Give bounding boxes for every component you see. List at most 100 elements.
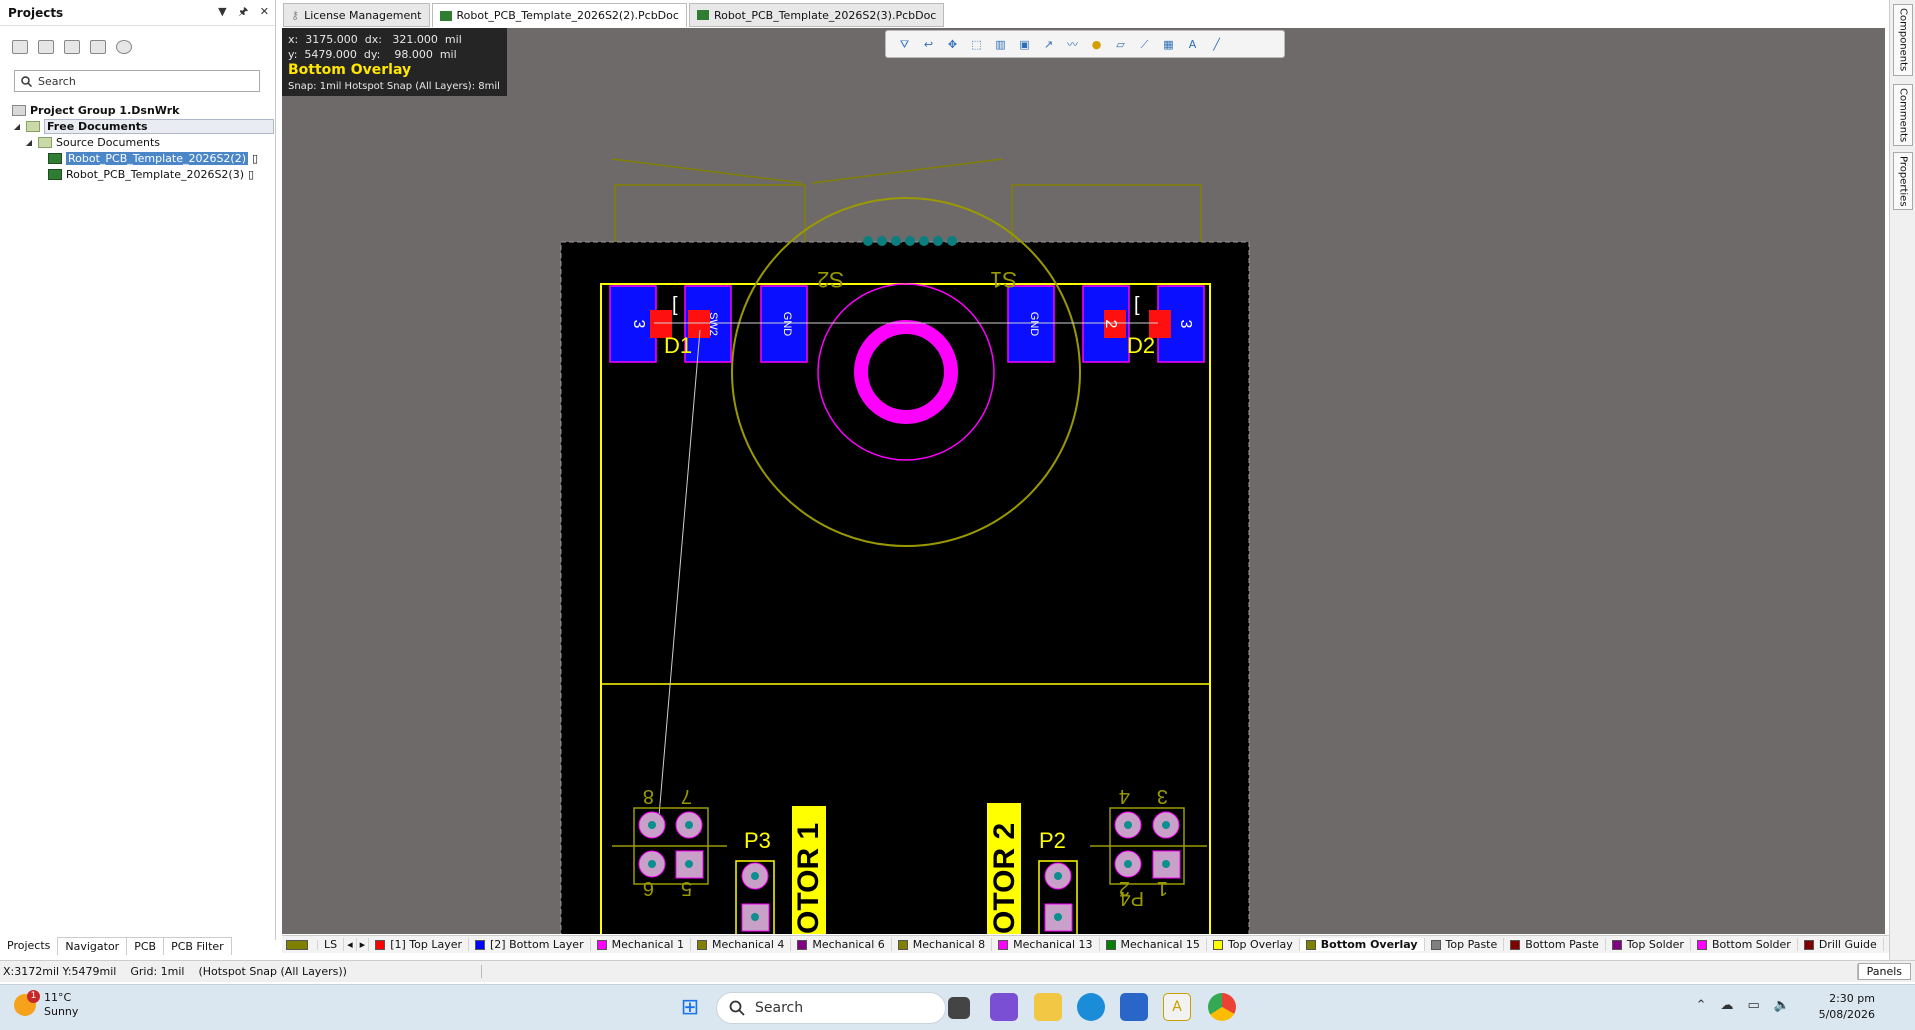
pcb-doc-icon xyxy=(696,10,709,20)
comments-panel-tab[interactable]: Comments xyxy=(1893,84,1913,146)
layer-tabs-bar: LS ◂ ▸ [1] Top Layer [2] Bottom Layer Mech… xyxy=(282,935,1889,953)
layer-color-swatch xyxy=(596,939,607,950)
layer-tab[interactable]: Drill Guide xyxy=(1798,938,1884,951)
scroll-right-arrow-icon[interactable]: ▸ xyxy=(357,938,370,951)
edge-browser-icon[interactable] xyxy=(1077,993,1105,1021)
diff-pair-icon[interactable]: 〰 xyxy=(1064,36,1081,53)
store-icon[interactable] xyxy=(1120,993,1148,1021)
panels-button[interactable]: Panels xyxy=(1857,963,1911,980)
layer-tab-list: [1] Top Layer [2] Bottom Layer Mechanical … xyxy=(369,938,1889,951)
layer-color-swatch xyxy=(998,939,1009,950)
interactive-route-icon[interactable]: ↗ xyxy=(1040,36,1057,53)
current-layer-color-swatch[interactable] xyxy=(282,939,318,950)
document-tabs: ⚷ License Management Robot_PCB_Template_… xyxy=(283,3,945,27)
dimension-icon[interactable]: ⟋ xyxy=(1136,36,1153,53)
pcb-drawing[interactable]: 3 SW2 GND GND 2 3 D1 D2 S2 S1 [ [P3 P2 … xyxy=(282,28,1885,934)
layer-tab[interactable]: [2] Bottom Layer xyxy=(469,938,591,951)
layer-tab[interactable]: Keep-C xyxy=(1884,938,1889,951)
components-panel-tab[interactable]: Components xyxy=(1893,4,1913,76)
tree-item-free-documents[interactable]: ◢ Free Documents xyxy=(12,118,275,134)
layer-tab[interactable]: Bottom Overlay xyxy=(1299,938,1425,951)
windows-start-icon[interactable]: ⊞ xyxy=(676,993,704,1021)
tab-projects[interactable]: Projects xyxy=(0,937,59,955)
tab-license-management[interactable]: ⚷ License Management xyxy=(283,3,430,27)
layer-tab[interactable]: [1] Top Layer xyxy=(369,938,469,951)
pad-label-3: 3 xyxy=(1177,320,1194,329)
layer-tab[interactable]: Mechanical 13 xyxy=(992,938,1100,951)
layer-tab[interactable]: Bottom Paste xyxy=(1504,938,1606,951)
tree-item-doc-2[interactable]: Robot_PCB_Template_2026S2(3) ▯ xyxy=(12,166,275,182)
tab-pcb[interactable]: PCB xyxy=(127,937,165,955)
tree-item-source-documents[interactable]: ◢ Source Documents xyxy=(12,134,275,150)
line-icon[interactable]: ╱ xyxy=(1208,36,1225,53)
keepout-icon[interactable]: ▦ xyxy=(1160,36,1177,53)
move-icon[interactable]: ✥ xyxy=(944,36,961,53)
panel-bottom-tabs: Projects Navigator PCB PCB Filter xyxy=(0,937,232,955)
designator-p2: P2 xyxy=(1039,828,1066,853)
tab-pcb-filter[interactable]: PCB Filter xyxy=(164,937,232,955)
tab-navigator[interactable]: Navigator xyxy=(58,937,128,955)
tree-item-doc-1[interactable]: Robot_PCB_Template_2026S2(2) ▯ xyxy=(12,150,275,166)
y-coordinate-row: y: 5479.000 dy: 98.000 mil xyxy=(288,48,457,61)
designator-s1: S1 xyxy=(990,267,1017,292)
chevron-up-icon[interactable]: ⌃ xyxy=(1696,998,1707,1013)
add-document-icon[interactable] xyxy=(90,40,106,54)
clock-time: 2:30 pm xyxy=(1829,992,1875,1005)
layer-tab[interactable]: Mechanical 4 xyxy=(691,938,792,951)
projects-search-input[interactable]: Search xyxy=(14,70,260,92)
expand-arrow-icon[interactable]: ◢ xyxy=(24,138,34,147)
layer-tab[interactable]: Mechanical 8 xyxy=(892,938,993,951)
pcb-canvas[interactable]: 3 SW2 GND GND 2 3 D1 D2 S2 S1 [ [P3 P2 … xyxy=(282,28,1885,934)
workspace-icon xyxy=(12,104,26,116)
layer-tab[interactable]: Top Solder xyxy=(1606,938,1691,951)
panel-menu-icon[interactable]: ▼ xyxy=(218,5,226,18)
display-icon[interactable]: ▭ xyxy=(1748,998,1760,1013)
folder-icon xyxy=(26,120,40,132)
via-icon[interactable]: ● xyxy=(1088,36,1105,53)
switch-s2-outline xyxy=(614,184,806,242)
sun-icon: 1 xyxy=(14,990,40,1016)
close-icon[interactable]: ✕ xyxy=(260,5,269,18)
expand-arrow-icon[interactable]: ◢ xyxy=(12,122,22,131)
onedrive-icon[interactable]: ☁ xyxy=(1721,998,1734,1013)
layer-color-swatch xyxy=(1212,939,1223,950)
properties-panel-tab[interactable]: Properties xyxy=(1893,152,1913,210)
place-component-icon[interactable]: ▣ xyxy=(1016,36,1033,53)
layer-tab[interactable]: Mechanical 6 xyxy=(791,938,892,951)
task-view-icon[interactable] xyxy=(948,997,970,1019)
align-icon[interactable]: ▥ xyxy=(992,36,1009,53)
select-rect-icon[interactable]: ⬚ xyxy=(968,36,985,53)
route-icon[interactable]: ↩ xyxy=(920,36,937,53)
tree-item-project-group[interactable]: Project Group 1.DsnWrk xyxy=(12,102,275,118)
text-icon[interactable]: A xyxy=(1184,36,1201,53)
save-icon[interactable] xyxy=(12,40,28,54)
layer-color-swatch xyxy=(1803,939,1814,950)
layer-tab[interactable]: Top Overlay xyxy=(1207,938,1300,951)
tree-item-label: Free Documents xyxy=(44,118,274,134)
taskbar-search-box[interactable]: Search xyxy=(716,992,946,1024)
layer-color-swatch xyxy=(897,939,908,950)
settings-gear-icon[interactable] xyxy=(116,40,132,54)
save-all-icon[interactable] xyxy=(38,40,54,54)
m365-icon[interactable] xyxy=(990,993,1018,1021)
layer-tab[interactable]: Mechanical 15 xyxy=(1100,938,1207,951)
pin-icon[interactable]: 🖈 xyxy=(238,5,248,18)
tab-pcbdoc-2[interactable]: Robot_PCB_Template_2026S2(2).PcbDoc xyxy=(431,3,687,27)
pcb-doc-icon xyxy=(48,168,62,180)
tab-pcbdoc-3[interactable]: Robot_PCB_Template_2026S2(3).PcbDoc xyxy=(688,3,945,27)
layer-color-swatch xyxy=(375,939,386,950)
chrome-browser-icon[interactable] xyxy=(1208,993,1236,1021)
scroll-left-arrow-icon[interactable]: ◂ xyxy=(344,938,357,951)
layer-tab[interactable]: Top Paste xyxy=(1425,938,1505,951)
altium-designer-icon[interactable]: A xyxy=(1163,993,1191,1021)
layer-tab[interactable]: Bottom Solder xyxy=(1691,938,1798,951)
layer-tab[interactable]: Mechanical 1 xyxy=(591,938,691,951)
volume-icon[interactable]: 🔈 xyxy=(1774,998,1790,1013)
polygon-icon[interactable]: ▱ xyxy=(1112,36,1129,53)
filter-icon[interactable]: ⛛ xyxy=(896,36,913,53)
layer-set-button[interactable]: LS xyxy=(318,938,345,951)
system-clock[interactable]: 2:30 pm 5/08/2026 xyxy=(1819,991,1875,1023)
file-explorer-icon[interactable] xyxy=(1034,993,1062,1021)
open-project-icon[interactable] xyxy=(64,40,80,54)
weather-widget[interactable]: 1 11°C Sunny xyxy=(14,990,78,1019)
